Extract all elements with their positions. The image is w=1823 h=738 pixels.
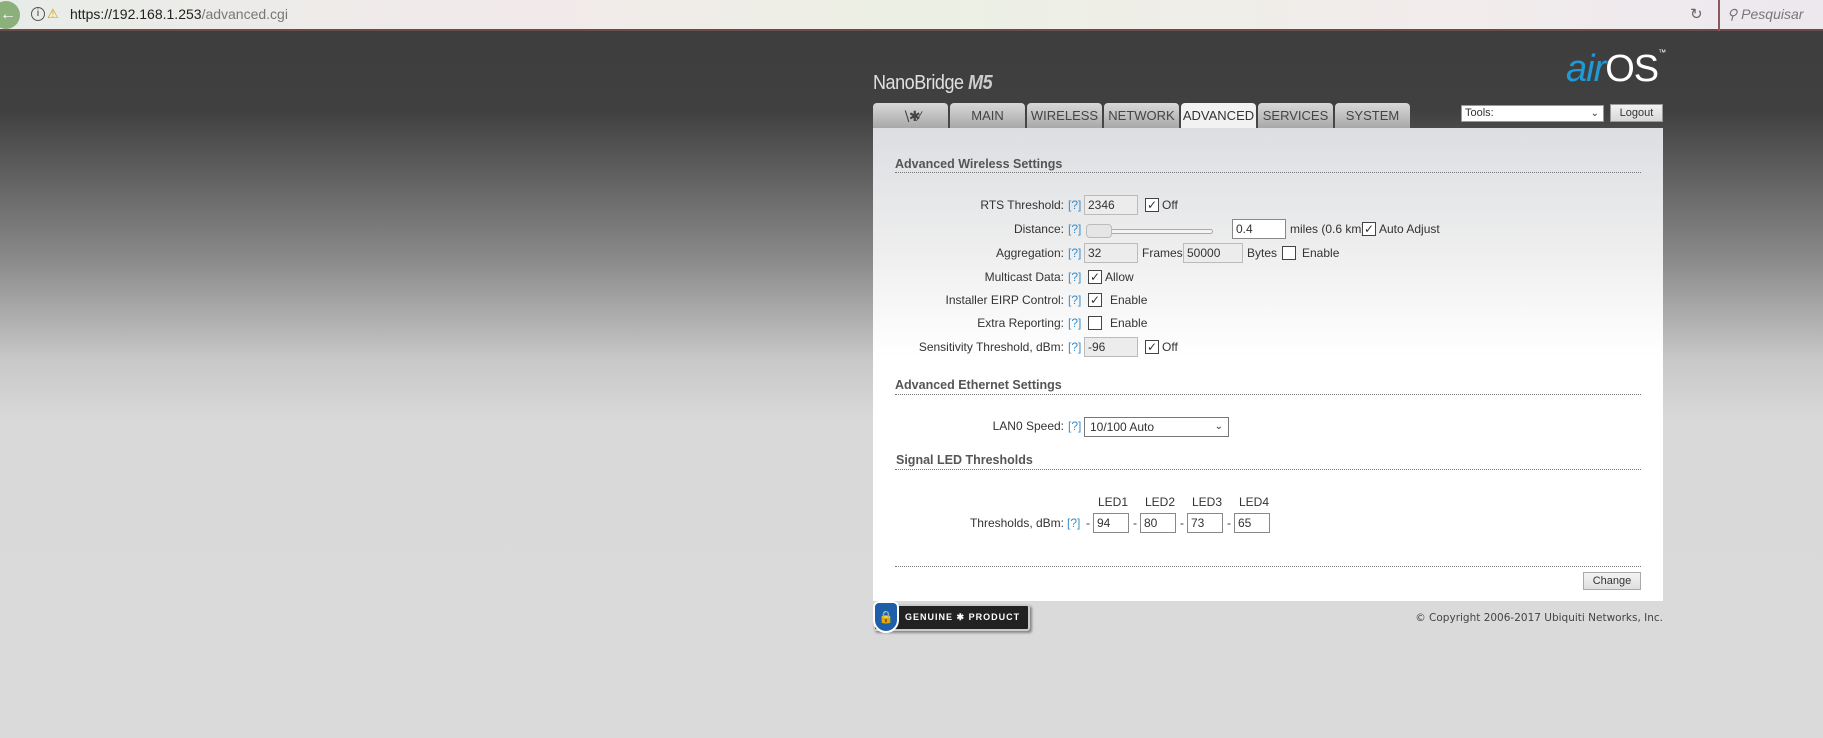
section-title-led: Signal LED Thresholds (896, 453, 1033, 467)
aggregation-enable-label: Enable (1302, 246, 1340, 260)
badge-left-text: GENUINE (905, 612, 954, 622)
copyright: © Copyright 2006-2017 Ubiquiti Networks,… (1415, 612, 1663, 624)
distance-label: Distance: (1013, 222, 1064, 236)
logout-button[interactable]: Logout (1610, 104, 1663, 122)
minus-sign: - (1086, 516, 1090, 530)
led2-header: LED2 (1145, 495, 1176, 509)
minus-sign: - (1180, 516, 1184, 530)
logo-air: air (1566, 48, 1606, 90)
bytes-input[interactable]: 50000 (1183, 243, 1243, 263)
section-title-ethernet: Advanced Ethernet Settings (895, 378, 1062, 392)
help-link[interactable]: [?] (1068, 293, 1081, 307)
tab-main[interactable]: MAIN (950, 103, 1025, 128)
divider (895, 172, 1641, 173)
help-link[interactable]: [?] (1068, 316, 1081, 330)
info-icon[interactable]: i (31, 7, 45, 21)
led3-input[interactable]: 73 (1187, 513, 1223, 533)
thresholds-label: Thresholds, dBm: (969, 516, 1064, 530)
help-link[interactable]: [?] (1068, 419, 1081, 433)
eirp-checkbox[interactable]: ✓ (1088, 293, 1102, 307)
divider (895, 566, 1641, 567)
rts-label: RTS Threshold: (980, 198, 1064, 212)
divider (1718, 0, 1720, 31)
chevron-down-icon: ⌄ (1214, 421, 1223, 432)
sensitivity-input[interactable]: -96 (1084, 337, 1138, 357)
frames-label: Frames (1142, 246, 1183, 260)
lan-speed-value: 10/100 Auto (1090, 420, 1155, 434)
divider (895, 469, 1641, 470)
ubnt-logo-icon: ∖✱∕ (902, 108, 921, 124)
led1-input[interactable]: 94 (1093, 513, 1129, 533)
sensitivity-off-label: Off (1162, 340, 1178, 354)
frames-input[interactable]: 32 (1084, 243, 1138, 263)
aggregation-label: Aggregation: (995, 246, 1064, 260)
multicast-checkbox[interactable]: ✓ (1088, 270, 1102, 284)
auto-adjust-label: Auto Adjust (1379, 222, 1440, 236)
logo-os: OS (1605, 48, 1659, 90)
help-link[interactable]: [?] (1068, 340, 1081, 354)
extra-reporting-checkbox[interactable] (1088, 316, 1102, 330)
rts-off-checkbox[interactable]: ✓ (1145, 198, 1159, 212)
led4-header: LED4 (1239, 495, 1270, 509)
extra-reporting-label: Extra Reporting: (977, 316, 1064, 330)
minus-sign: - (1133, 516, 1137, 530)
distance-unit: miles (0.6 km) (1290, 222, 1366, 236)
logo-tm: ™ (1658, 48, 1666, 57)
minus-sign: - (1227, 516, 1231, 530)
extra-reporting-option: Enable (1110, 316, 1148, 330)
tab-system[interactable]: SYSTEM (1335, 103, 1410, 128)
aggregation-enable-checkbox[interactable] (1282, 246, 1296, 260)
led3-header: LED3 (1192, 495, 1223, 509)
tab-network[interactable]: NETWORK (1104, 103, 1179, 128)
section-title-wireless: Advanced Wireless Settings (895, 157, 1063, 171)
reload-icon[interactable]: ↻ (1690, 5, 1703, 23)
multicast-option: Allow (1105, 270, 1134, 284)
eirp-label: Installer EIRP Control: (945, 293, 1065, 307)
lan-speed-label: LAN0 Speed: (992, 419, 1064, 433)
help-link[interactable]: [?] (1068, 222, 1081, 236)
product-name: NanoBridge (873, 72, 964, 94)
sensitivity-label: Sensitivity Threshold, dBm: (918, 340, 1064, 354)
help-link[interactable]: [?] (1068, 270, 1081, 284)
badge-right-text: PRODUCT (968, 612, 1021, 622)
rts-off-label: Off (1162, 198, 1178, 212)
lan-speed-select[interactable]: 10/100 Auto ⌄ (1084, 417, 1229, 437)
bytes-label: Bytes (1247, 246, 1278, 260)
change-button[interactable]: Change (1583, 572, 1641, 590)
tools-select[interactable]: Tools: ⌄ (1461, 105, 1604, 122)
search-input[interactable]: ⚲ Pesquisar (1727, 6, 1803, 23)
lock-shield-icon: 🔒 (873, 601, 899, 633)
divider (895, 394, 1641, 395)
airos-logo: airOS™ (1566, 48, 1666, 91)
ubnt-logo-icon: ✱ (956, 612, 966, 622)
led4-input[interactable]: 65 (1234, 513, 1270, 533)
lock-warning-icon: ⚠ (47, 6, 59, 21)
chevron-down-icon: ⌄ (1590, 108, 1599, 119)
tools-value: Tools: (1465, 107, 1494, 119)
url-field[interactable]: https://192.168.1.253/advanced.cgi (70, 6, 288, 22)
help-link[interactable]: [?] (1067, 516, 1080, 530)
url-path: /advanced.cgi (201, 6, 288, 22)
distance-input[interactable]: 0.4 (1232, 219, 1286, 239)
led2-input[interactable]: 80 (1140, 513, 1176, 533)
product-model: M5 (968, 72, 993, 94)
auto-adjust-checkbox[interactable]: ✓ (1362, 222, 1376, 236)
led1-header: LED1 (1098, 495, 1129, 509)
tab-advanced[interactable]: ADVANCED (1181, 103, 1256, 128)
url-host: https://192.168.1.253 (70, 6, 202, 22)
product-logo: NanoBridge M5 (873, 72, 993, 95)
rts-input[interactable]: 2346 (1084, 195, 1138, 215)
tab-wireless[interactable]: WIRELESS (1027, 103, 1102, 128)
sensitivity-off-checkbox[interactable]: ✓ (1145, 340, 1159, 354)
multicast-label: Multicast Data: (984, 270, 1064, 284)
distance-slider-handle[interactable] (1086, 224, 1112, 238)
eirp-option: Enable (1110, 293, 1148, 307)
search-placeholder: Pesquisar (1741, 6, 1804, 22)
help-link[interactable]: [?] (1068, 198, 1081, 212)
tab-services[interactable]: SERVICES (1258, 103, 1333, 128)
tab-ubnt[interactable]: ∖✱∕ (873, 103, 948, 128)
help-link[interactable]: [?] (1068, 246, 1081, 260)
